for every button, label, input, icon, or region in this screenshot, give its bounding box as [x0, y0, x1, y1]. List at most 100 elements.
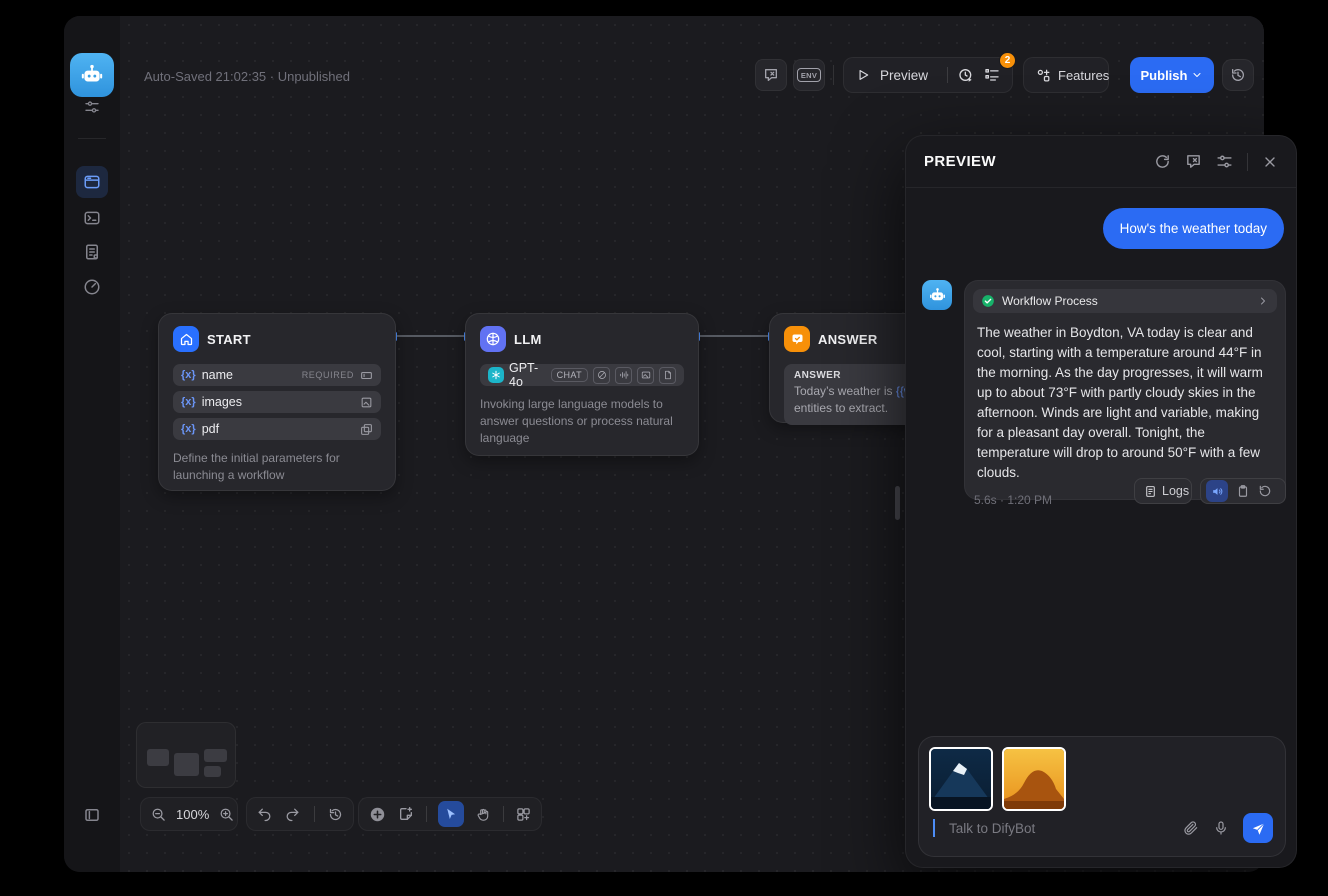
chat-mode-badge: CHAT	[551, 368, 588, 382]
attachment-thumbnail-sunset[interactable]	[1002, 747, 1066, 811]
nav-monitoring[interactable]	[76, 271, 108, 303]
success-check-icon	[981, 294, 995, 308]
node-tools	[358, 797, 542, 831]
chat-input-row	[933, 812, 1273, 844]
version-history-button[interactable]	[1222, 59, 1254, 91]
window-icon	[83, 173, 101, 191]
pointer-tool-button[interactable]	[438, 801, 464, 827]
zoom-out-button[interactable]	[151, 807, 166, 822]
edge-llm-answer	[699, 335, 769, 337]
collapse-panel-icon	[83, 806, 101, 824]
features-button[interactable]: Features	[1023, 57, 1109, 93]
send-button[interactable]	[1243, 813, 1273, 843]
model-name: GPT-4o	[509, 361, 546, 389]
collapse-sidebar-button[interactable]	[76, 799, 108, 831]
topbar-divider	[833, 65, 834, 85]
bot-answer-text: The weather in Boydton, VA today is clea…	[977, 323, 1273, 483]
sidebar-divider	[78, 138, 106, 139]
bot-message-card: Workflow Process The weather in Boydton,…	[964, 280, 1286, 500]
node-start[interactable]: START {x} name REQUIRED {x} images {x} p…	[158, 313, 396, 491]
openai-icon	[488, 367, 504, 383]
required-tag: REQUIRED	[302, 370, 354, 380]
answer-icon	[784, 326, 810, 352]
microphone-button[interactable]	[1213, 820, 1229, 836]
add-node-button[interactable]	[369, 806, 386, 823]
nav-orchestrate[interactable]	[76, 166, 108, 198]
workflow-settings-button[interactable]	[76, 91, 108, 123]
node-llm[interactable]: LLM GPT-4o CHAT Invoking large language …	[465, 313, 699, 456]
history-controls	[246, 797, 354, 831]
document-icon	[659, 367, 676, 384]
add-note-button[interactable]	[398, 806, 414, 822]
robot-icon	[928, 286, 947, 305]
autosave-status: Auto-Saved 21:02:35 · Unpublished	[144, 69, 350, 84]
zoom-level[interactable]: 100%	[176, 807, 209, 822]
gauge-icon	[83, 278, 101, 296]
logs-doc-icon	[1144, 485, 1157, 498]
text-caret	[933, 819, 935, 837]
features-icon	[1036, 68, 1051, 83]
nav-logs[interactable]	[76, 236, 108, 268]
zoom-in-button[interactable]	[219, 807, 234, 822]
env-variables-button[interactable]: ENV	[793, 59, 825, 91]
start-var-name[interactable]: {x} name REQUIRED	[173, 364, 381, 386]
edge-start-llm	[396, 335, 465, 337]
image-input-icon	[360, 396, 373, 409]
regenerate-button[interactable]	[1258, 484, 1272, 498]
start-var-pdf[interactable]: {x} pdf	[173, 418, 381, 440]
preview-title: PREVIEW	[924, 153, 1140, 170]
start-var-images[interactable]: {x} images	[173, 391, 381, 413]
close-preview-button[interactable]	[1262, 154, 1278, 170]
chat-settings-button[interactable]	[1216, 153, 1233, 170]
chat-input[interactable]	[949, 821, 1169, 836]
llm-icon	[480, 326, 506, 352]
new-chat-button[interactable]	[1185, 153, 1202, 170]
message-actions	[1200, 478, 1286, 504]
auto-layout-button[interactable]	[516, 807, 531, 822]
restart-conversation-button[interactable]	[1154, 153, 1171, 170]
redo-button[interactable]	[285, 807, 300, 822]
logs-icon	[83, 243, 101, 261]
user-message-bubble: How's the weather today	[1103, 208, 1284, 249]
canvas-scrollbar[interactable]	[895, 486, 900, 520]
play-icon[interactable]	[856, 68, 870, 82]
checklist-badge: 2	[999, 52, 1016, 69]
workflow-process-toggle[interactable]: Workflow Process	[973, 289, 1277, 313]
image-icon	[637, 367, 654, 384]
debug-chat-button[interactable]	[755, 59, 787, 91]
nav-api-access[interactable]	[76, 202, 108, 234]
checklist-icon[interactable]	[984, 67, 1000, 83]
robot-icon	[79, 62, 105, 88]
attachment-thumbnail-fuji[interactable]	[929, 747, 993, 811]
run-history-icon[interactable]	[958, 67, 974, 83]
env-icon: ENV	[797, 68, 820, 82]
hand-tool-button[interactable]	[476, 807, 491, 822]
bot-avatar	[922, 280, 952, 310]
publish-button[interactable]: Publish	[1130, 57, 1214, 93]
preview-run-group: Preview 2	[843, 57, 1013, 93]
llm-model-row[interactable]: GPT-4o CHAT	[480, 364, 684, 386]
chat-remove-icon	[763, 67, 779, 83]
sliders-icon	[84, 99, 100, 115]
attach-file-button[interactable]	[1183, 820, 1199, 836]
terminal-icon	[83, 209, 101, 227]
chevron-down-icon	[1191, 69, 1203, 81]
audio-icon	[615, 367, 632, 384]
chat-input-area	[918, 736, 1286, 857]
copy-button[interactable]	[1236, 484, 1250, 498]
home-icon	[173, 326, 199, 352]
speak-button[interactable]	[1206, 480, 1228, 502]
minimap[interactable]	[136, 722, 236, 788]
history-icon	[1230, 67, 1246, 83]
logs-button[interactable]: Logs	[1134, 478, 1192, 504]
chevron-right-icon	[1257, 295, 1269, 307]
preview-panel: PREVIEW How's the weather today Workflow…	[905, 135, 1297, 868]
zoom-controls: 100%	[140, 797, 238, 831]
sidebar	[64, 16, 120, 872]
vision-icon	[593, 367, 610, 384]
undo-button[interactable]	[257, 807, 272, 822]
message-meta: 5.6s · 1:20 PM	[974, 493, 1052, 507]
text-input-icon	[360, 369, 373, 382]
change-history-button[interactable]	[328, 807, 343, 822]
run-preview-button[interactable]: Preview	[880, 68, 937, 83]
